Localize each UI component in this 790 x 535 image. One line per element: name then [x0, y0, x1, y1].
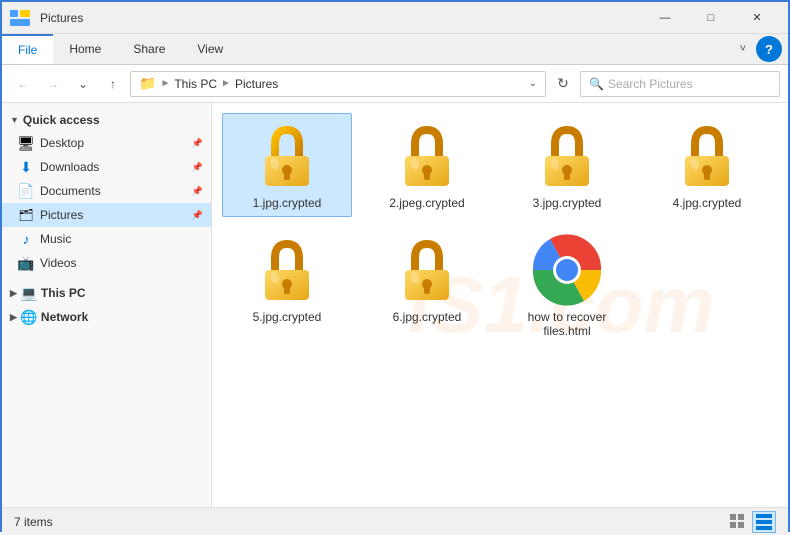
- ribbon: File Home Share View ˅ ?: [2, 34, 788, 65]
- file-label-1jpg: 1.jpg.crypted: [253, 196, 322, 210]
- file-label-recover: how to recover files.html: [512, 310, 622, 338]
- desktop-icon: 🖥: [18, 135, 34, 151]
- videos-label: Videos: [40, 256, 203, 270]
- music-icon: ♪: [18, 231, 34, 247]
- file-item-recover-html[interactable]: how to recover files.html: [502, 227, 632, 345]
- titlebar: Pictures — □ ✕: [2, 2, 788, 34]
- tab-view[interactable]: View: [181, 34, 239, 64]
- view-icons: [726, 511, 776, 533]
- sidebar-item-videos[interactable]: 📺 Videos: [2, 251, 211, 275]
- sidebar-item-documents[interactable]: 📄 Documents 📌: [2, 179, 211, 203]
- breadcrumb-sep: ►: [221, 78, 231, 89]
- breadcrumb-dropdown-icon[interactable]: ⌄: [529, 78, 537, 89]
- file-icon-lock5: [251, 234, 323, 306]
- help-button[interactable]: ?: [756, 36, 782, 62]
- pictures-icon: 🗂: [18, 207, 34, 223]
- up-button[interactable]: ↑: [100, 71, 126, 97]
- statusbar: 7 items: [2, 507, 788, 535]
- sidebar-header-quick-access[interactable]: ▼ Quick access: [2, 109, 211, 131]
- content-area: iS1.com: [212, 103, 788, 507]
- breadcrumb-this-pc[interactable]: This PC: [174, 77, 217, 91]
- this-pc-label: This PC: [41, 286, 86, 300]
- desktop-label: Desktop: [40, 136, 186, 150]
- quick-access-expand-icon: ▼: [10, 115, 19, 125]
- breadcrumb-arrow1: ►: [160, 78, 170, 89]
- tab-file[interactable]: File: [2, 34, 53, 64]
- file-label-3jpg: 3.jpg.crypted: [533, 196, 602, 210]
- maximize-button[interactable]: □: [688, 2, 734, 34]
- this-pc-expand-icon: ▶: [10, 288, 17, 299]
- files-grid: 1.jpg.crypted: [222, 113, 778, 345]
- sidebar: ▼ Quick access 🖥 Desktop 📌 ⬇ Downloads 📌…: [2, 103, 212, 507]
- file-item-4jpg-crypted[interactable]: 4.jpg.crypted: [642, 113, 772, 217]
- this-pc-icon: 💻: [21, 285, 37, 301]
- breadcrumb-pictures[interactable]: Pictures: [235, 77, 278, 91]
- sidebar-header-network[interactable]: ▶ 🌐 Network: [2, 305, 211, 329]
- view-list-button[interactable]: [752, 511, 776, 533]
- pictures-label: Pictures: [40, 208, 186, 222]
- documents-label: Documents: [40, 184, 186, 198]
- documents-pin-icon: 📌: [192, 186, 203, 197]
- breadcrumb[interactable]: 📁 ► This PC ► Pictures ⌄: [130, 71, 546, 97]
- main-area: ▼ Quick access 🖥 Desktop 📌 ⬇ Downloads 📌…: [2, 103, 788, 507]
- file-icon-chrome: [531, 234, 603, 306]
- titlebar-controls: — □ ✕: [642, 2, 780, 34]
- titlebar-title: Pictures: [40, 11, 642, 25]
- file-icon-lock2: [391, 120, 463, 192]
- downloads-pin-icon: 📌: [192, 162, 203, 173]
- network-label: Network: [41, 310, 88, 324]
- sidebar-item-desktop[interactable]: 🖥 Desktop 📌: [2, 131, 211, 155]
- file-label-4jpg: 4.jpg.crypted: [673, 196, 742, 210]
- file-item-6jpg-crypted[interactable]: 6.jpg.crypted: [362, 227, 492, 345]
- sidebar-header-this-pc[interactable]: ▶ 💻 This PC: [2, 281, 211, 305]
- file-label-2jpeg: 2.jpeg.crypted: [389, 196, 464, 210]
- file-icon-lock6: [391, 234, 463, 306]
- tab-home[interactable]: Home: [53, 34, 117, 64]
- network-expand-icon: ▶: [10, 312, 17, 323]
- downloads-label: Downloads: [40, 160, 186, 174]
- file-icon-lock1: [251, 120, 323, 192]
- forward-button[interactable]: →: [40, 71, 66, 97]
- search-bar[interactable]: 🔍 Search Pictures: [580, 71, 780, 97]
- search-icon: 🔍: [589, 77, 604, 91]
- videos-icon: 📺: [18, 255, 34, 271]
- tab-share[interactable]: Share: [117, 34, 181, 64]
- network-icon: 🌐: [21, 309, 37, 325]
- search-placeholder: Search Pictures: [608, 77, 693, 91]
- file-item-3jpg-crypted[interactable]: 3.jpg.crypted: [502, 113, 632, 217]
- minimize-button[interactable]: —: [642, 2, 688, 34]
- file-item-2jpeg-crypted[interactable]: 2.jpeg.crypted: [362, 113, 492, 217]
- titlebar-icon: [10, 10, 30, 26]
- statusbar-count: 7 items: [14, 515, 716, 529]
- file-item-1jpg-crypted[interactable]: 1.jpg.crypted: [222, 113, 352, 217]
- view-large-icon-button[interactable]: [726, 511, 750, 533]
- sidebar-item-pictures[interactable]: 🗂 Pictures 📌: [2, 203, 211, 227]
- back-button[interactable]: ←: [10, 71, 36, 97]
- recent-locations-button[interactable]: ⌄: [70, 71, 96, 97]
- desktop-pin-icon: 📌: [192, 138, 203, 149]
- file-label-5jpg: 5.jpg.crypted: [253, 310, 322, 324]
- ribbon-collapse-button[interactable]: ˅: [730, 43, 756, 55]
- refresh-button[interactable]: ↻: [550, 71, 576, 97]
- sidebar-item-music[interactable]: ♪ Music: [2, 227, 211, 251]
- file-icon-lock3: [531, 120, 603, 192]
- file-label-6jpg: 6.jpg.crypted: [393, 310, 462, 324]
- music-label: Music: [40, 232, 203, 246]
- close-button[interactable]: ✕: [734, 2, 780, 34]
- pictures-pin-icon: 📌: [192, 210, 203, 221]
- addressbar: ← → ⌄ ↑ 📁 ► This PC ► Pictures ⌄ ↻ 🔍 Sea…: [2, 65, 788, 103]
- file-icon-lock4: [671, 120, 743, 192]
- downloads-icon: ⬇: [18, 159, 34, 175]
- folder-icon: 📁: [139, 75, 156, 92]
- documents-icon: 📄: [18, 183, 34, 199]
- ribbon-tabs: File Home Share View ˅ ?: [2, 34, 788, 64]
- sidebar-item-downloads[interactable]: ⬇ Downloads 📌: [2, 155, 211, 179]
- file-item-5jpg-crypted[interactable]: 5.jpg.crypted: [222, 227, 352, 345]
- quick-access-label: Quick access: [23, 113, 100, 127]
